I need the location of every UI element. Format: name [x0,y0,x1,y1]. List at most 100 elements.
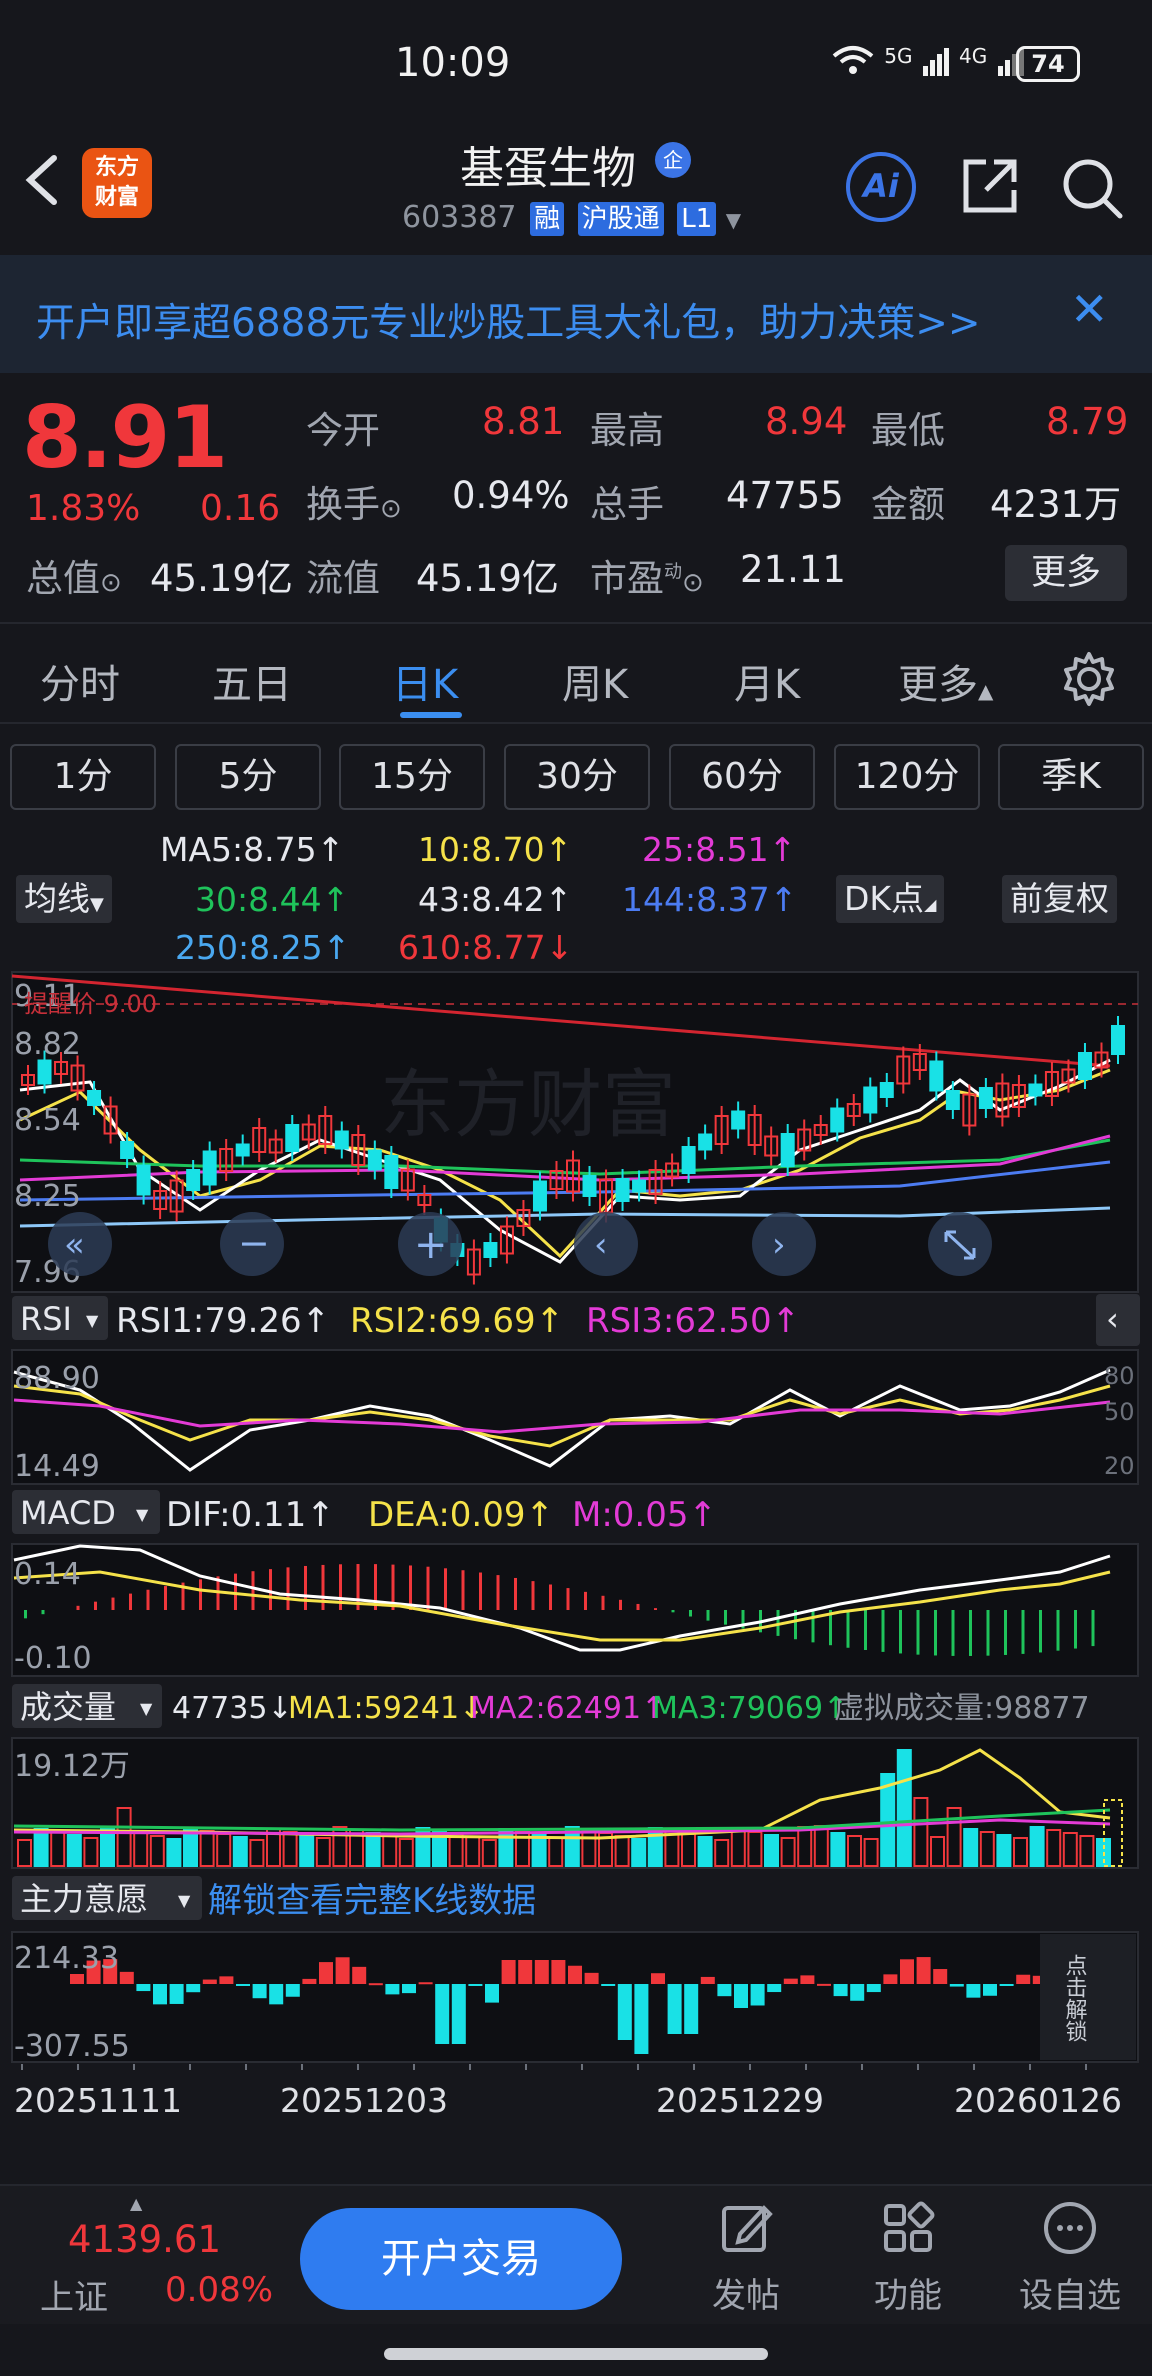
main-force-bar [966,1984,981,1998]
macd-bar [899,1610,902,1654]
promo-banner-text[interactable]: 开户即享超6888元专业炒股工具大礼包，助力决策>> [36,292,981,348]
main-force-bar [933,1969,948,1984]
nav-functions[interactable]: 功能 [848,2200,968,2317]
main-force-bar [883,1974,898,1984]
share-icon[interactable] [960,156,1020,216]
candle-body [632,1179,647,1193]
macd-bar [654,1608,657,1610]
macd-bar [409,1565,412,1610]
back-button[interactable] [22,150,62,220]
more-quote-button[interactable]: 更多 [1005,545,1127,601]
main-force-bar [850,1984,865,2001]
stock-code-row[interactable]: 603387 融 沪股通 L1 ▼ [402,200,741,236]
macd-bar [706,1610,710,1621]
corner-triangle-icon: ◢ [924,895,937,914]
period-60min-button[interactable]: 60分 [669,744,815,810]
logo-line1: 东方 [94,155,139,180]
main-force-bar [368,1983,383,1986]
zoom-in-icon[interactable]: + [398,1212,462,1276]
ai-button[interactable]: Ai [846,152,916,222]
tab-daily-k[interactable]: 日K [392,652,458,710]
change-percent: 1.83% [26,488,141,529]
search-icon[interactable] [1060,156,1124,220]
tab-more[interactable]: 更多▲ [898,652,993,710]
macd-bar [496,1575,500,1610]
tab-intraday[interactable]: 分时 [40,652,120,710]
chevron-down-icon: ▼ [178,1891,191,1910]
home-indicator[interactable] [384,2348,768,2360]
market-cap-label[interactable]: 总值⊙ [26,548,122,602]
ma-select-button[interactable]: 均线▼ [16,875,112,923]
index-value[interactable]: 4139.61 [68,2218,221,2261]
prev-icon[interactable]: ‹ [574,1212,638,1276]
info-icon: ⊙ [380,494,402,524]
high-value: 8.94 [765,400,848,443]
date-label-3: 20251229 [656,2081,824,2120]
nav-add-watchlist[interactable]: 设自选 [1010,2200,1130,2317]
close-icon[interactable]: ✕ [1070,282,1109,336]
volume-bar [764,1834,779,1867]
main-force-bar [269,1984,284,2005]
nav-post[interactable]: 发帖 [686,2200,806,2317]
main-force-bar [119,1971,134,1984]
main-force-bar [601,1984,616,1986]
settings-gear-icon[interactable] [1060,650,1118,712]
candle-body [1028,1083,1043,1097]
candle-body [87,1090,102,1106]
tab-five-day[interactable]: 五日 [212,652,292,710]
zoom-out-icon[interactable]: − [220,1212,284,1276]
unlock-side-button[interactable] [1040,1934,1136,2060]
macd-bar [549,1584,552,1610]
main-force-bar [568,1965,582,1984]
index-percent[interactable]: 0.08% [165,2270,273,2310]
kline-chart[interactable]: 东方财富 9.11 提醒价 9.00 8.82 8.54 8.25 7.96 «… [0,960,1152,2140]
next-icon[interactable]: › [752,1212,816,1276]
main-force-bar [219,1976,234,1984]
period-120min-button[interactable]: 120分 [834,744,980,810]
float-cap-label: 流值 [306,557,380,600]
volume-ma3: MA3:79069↑ [652,1691,848,1726]
turnover-label[interactable]: 换手⊙ [306,474,402,528]
svg-text:›: › [772,1225,786,1265]
adjust-mode-button[interactable]: 前复权 [1002,875,1117,923]
tab-monthly-k[interactable]: 月K [734,652,800,710]
volume-bar [299,1834,315,1867]
high-label: 最高 [590,409,664,452]
index-name[interactable]: 上证 [40,2270,108,2319]
pe-label[interactable]: 市盈动⊙ [590,548,704,602]
tab-weekly-k[interactable]: 周K [562,652,628,710]
candle-body [367,1149,382,1171]
period-5min-button[interactable]: 5分 [175,744,321,810]
triangle-up-icon: ▲ [130,2194,143,2213]
volume-bar [896,1749,912,1867]
macd-bar [164,1586,167,1610]
macd-bar [1021,1610,1025,1654]
svg-text:−: − [238,1221,270,1265]
macd-bar [916,1610,920,1655]
candle-body [136,1164,151,1196]
main-force-bar [501,1960,516,1984]
app-logo[interactable]: 东方 财富 [82,148,152,218]
main-force-bar [833,1984,848,1997]
macd-bar [584,1591,587,1610]
open-account-trade-button[interactable]: 开户交易 [300,2208,622,2310]
nav-post-label: 发帖 [712,2276,780,2316]
ma144-label: 144:8.37↑ [622,880,798,919]
period-30min-button[interactable]: 30分 [504,744,650,810]
macd-bar [864,1610,867,1650]
fullscreen-icon[interactable] [928,1212,992,1276]
main-force-bar [551,1960,566,1984]
dk-point-button[interactable]: DK点◢ [836,875,945,923]
alert-price-label: 提醒价 9.00 [24,990,157,1018]
period-1min-button[interactable]: 1分 [10,744,156,810]
period-quarter-k-button[interactable]: 季K [998,744,1144,810]
candle-body [37,1059,52,1085]
unlock-kline-link[interactable]: 解锁查看完整K线数据 [208,1881,536,1921]
scroll-left-icon[interactable]: « [48,1212,112,1276]
period-15min-button[interactable]: 15分 [339,744,485,810]
candle-body [384,1155,399,1189]
macd-bar [689,1610,692,1617]
macd-bar [426,1566,430,1610]
main-force-bar [402,1984,416,1994]
y-label-4: 8.25 [14,1179,81,1214]
